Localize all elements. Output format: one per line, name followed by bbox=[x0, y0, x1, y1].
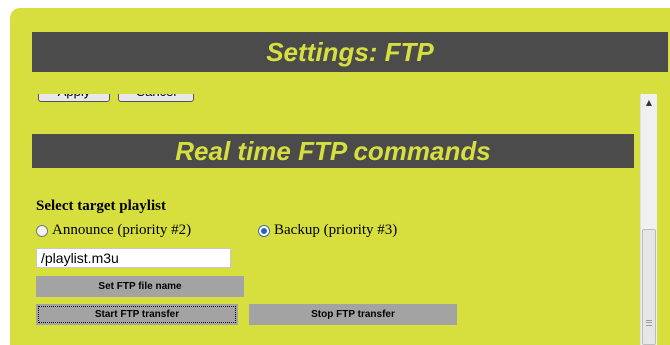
set-ftp-file-name-button[interactable]: Set FTP file name bbox=[36, 276, 244, 297]
grip-icon bbox=[646, 320, 652, 326]
radio-backup-checked-icon[interactable] bbox=[258, 224, 270, 237]
stop-ftp-transfer-button[interactable]: Stop FTP transfer bbox=[249, 304, 457, 325]
apply-button[interactable]: Apply bbox=[38, 94, 110, 102]
settings-panel: Settings: FTP Apply Cancel Real time FTP… bbox=[10, 8, 670, 345]
scrollbar-thumb[interactable] bbox=[642, 229, 656, 345]
section-title: Real time FTP commands bbox=[32, 134, 634, 168]
scroll-up-arrow-icon[interactable]: ▲ bbox=[641, 94, 657, 111]
radio-backup-label: Backup (priority #3) bbox=[274, 222, 398, 238]
page-title: Settings: FTP bbox=[32, 32, 668, 72]
scroll-content: Apply Cancel Real time FTP commands Sele… bbox=[10, 94, 638, 345]
start-ftp-transfer-button[interactable]: Start FTP transfer bbox=[36, 304, 238, 325]
cancel-button[interactable]: Cancel bbox=[118, 94, 194, 102]
radio-announce[interactable]: Announce (priority #2) bbox=[36, 222, 191, 239]
radio-announce-label: Announce (priority #2) bbox=[52, 222, 192, 238]
target-playlist-label: Select target playlist bbox=[36, 198, 166, 214]
vertical-scrollbar[interactable]: ▲ bbox=[640, 94, 657, 345]
radio-backup[interactable]: Backup (priority #3) bbox=[258, 222, 397, 239]
radio-announce-icon[interactable] bbox=[36, 224, 48, 237]
ftp-filename-input[interactable]: /playlist.m3u bbox=[36, 248, 231, 268]
